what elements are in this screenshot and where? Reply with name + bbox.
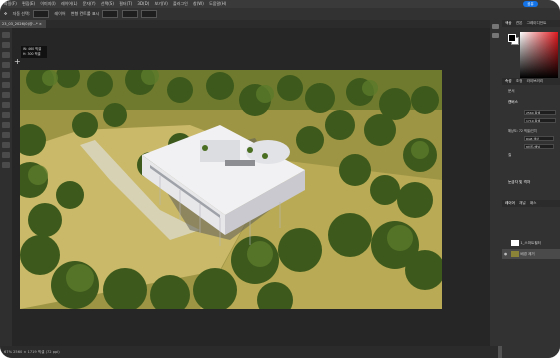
eraser-tool-icon[interactable] [2,112,10,118]
eye-icon[interactable]: ● [504,249,508,259]
move-tool-icon[interactable]: ✥ [4,8,7,20]
menu-item[interactable]: 레이어(L) [61,0,77,8]
menu-item[interactable]: 문자(Y) [83,0,96,8]
color-picker-field[interactable] [520,32,558,78]
tab-libraries[interactable]: 라이브러리 [527,78,544,85]
tab-color[interactable]: 색상 [505,20,512,27]
marquee-tool-icon[interactable] [2,42,10,48]
canvas-section-heading[interactable]: 캔버스 [508,100,518,105]
quick-select-tool-icon[interactable] [2,62,10,68]
auto-select-checkbox[interactable]: 자동 선택: [13,8,30,20]
menu-item[interactable]: 도움말(H) [209,0,226,8]
tab-swatches[interactable]: 견본 [516,20,523,27]
canvas-height-field[interactable]: 1719 픽셀 [524,118,556,123]
layer-row-selected[interactable]: ● 배경 제거 [502,249,560,259]
type-tool-icon[interactable] [2,132,10,138]
menu-item[interactable]: 파일(F) [4,0,17,8]
pen-tool-icon[interactable] [2,142,10,148]
menu-item[interactable]: 편집(E) [22,0,35,8]
properties-panel-tabs: 속성 조정 라이브러리 [502,78,560,85]
document-tab[interactable]: 23_03_2026(0)@...* × [0,20,46,28]
crop-tool-icon[interactable] [2,72,10,78]
tools-panel [0,28,12,346]
brush-tool-icon[interactable] [2,92,10,98]
menu-bar: 파일(F) 편집(E) 이미지(I) 레이어(L) 문자(Y) 선택(S) 필터… [0,0,560,8]
color-mode-dropdown[interactable]: RGB 색상 [524,136,554,141]
menu-item[interactable]: 이미지(I) [40,0,55,8]
document-label: 문서 [508,89,515,93]
foreground-color-swatch[interactable] [508,34,516,42]
menu-item[interactable]: 선택(S) [101,0,114,8]
tab-paths[interactable]: 패스 [530,200,537,207]
comments-panel-icon[interactable] [492,33,499,38]
tab-properties[interactable]: 속성 [505,78,512,85]
stamp-tool-icon[interactable] [2,102,10,108]
layer-row[interactable]: 1_스마트필터 [502,238,560,248]
menu-item[interactable]: 3D(D) [137,0,149,8]
status-bar: 67% 2560 × 1719 픽셀 (72 ppi) [0,346,498,358]
tab-channels[interactable]: 채널 [519,200,526,207]
history-panel-icon[interactable] [492,24,499,29]
rulers-grids-heading[interactable]: 눈금자 및 격자 [508,180,530,185]
smart-filter-thumbnail [511,240,520,246]
layer-option[interactable]: 레이어 [55,8,66,20]
move-tool-icon[interactable] [2,32,10,38]
eyedropper-tool-icon[interactable] [2,82,10,88]
distribute-buttons[interactable] [121,10,138,18]
transform-controls-checkbox[interactable]: 변형 컨트롤 표시 [71,8,99,20]
hand-tool-icon[interactable] [2,152,10,158]
layer-note: 제거 [528,252,535,256]
canvas-width-field[interactable]: 2560 픽셀 [524,110,556,115]
crosshair-cursor-icon: + [14,57,21,66]
lasso-tool-icon[interactable] [2,52,10,58]
zoom-tool-icon[interactable] [2,162,10,168]
tab-layers[interactable]: 레이어 [505,200,515,207]
more-options-button[interactable] [141,10,158,18]
layer-name: 1_스마트필터 [520,241,541,245]
layers-panel-tabs: 레이어 채널 패스 [502,200,560,207]
tooltip-text: W: 460 픽셀 H: 300 픽셀 [23,47,42,56]
align-buttons[interactable] [102,10,119,18]
color-panel-tabs: 색상 견본 그레이디언트 [502,20,560,27]
fill-label: 칠 [508,153,512,157]
layer-thumbnail [511,251,520,257]
status-text: 67% 2560 × 1719 픽셀 (72 ppi) [4,350,60,354]
tab-gradients[interactable]: 그레이디언트 [527,20,547,27]
document-tab-strip [0,20,498,28]
share-button[interactable]: 공유 [523,1,538,7]
bit-depth-dropdown[interactable]: 8비트/채널 [524,144,554,149]
panel-icon-strip [490,20,502,346]
right-panels: 색상 견본 그레이디언트 속성 조정 라이브러리 문서 캔버스 2560 픽셀 … [502,20,560,358]
resolution-label: 해상도: 72 픽셀/인치 [508,129,537,133]
photoshop-window: 파일(F) 편집(E) 이미지(I) 레이어(L) 문자(Y) 선택(S) 필터… [0,0,560,358]
tab-adjustments[interactable]: 조정 [516,78,523,85]
document-image[interactable] [20,70,442,309]
menu-item[interactable]: 보기(V) [155,0,168,8]
menu-item[interactable]: 플러그인 [173,0,188,8]
gradient-tool-icon[interactable] [2,122,10,128]
menu-item[interactable]: 필터(T) [119,0,132,8]
transform-size-tooltip: W: 460 픽셀 H: 300 픽셀 [21,46,47,58]
auto-select-target-dropdown[interactable] [33,10,50,18]
menu-item[interactable]: 창(W) [193,0,204,8]
layer-name: 배경 [520,252,527,256]
